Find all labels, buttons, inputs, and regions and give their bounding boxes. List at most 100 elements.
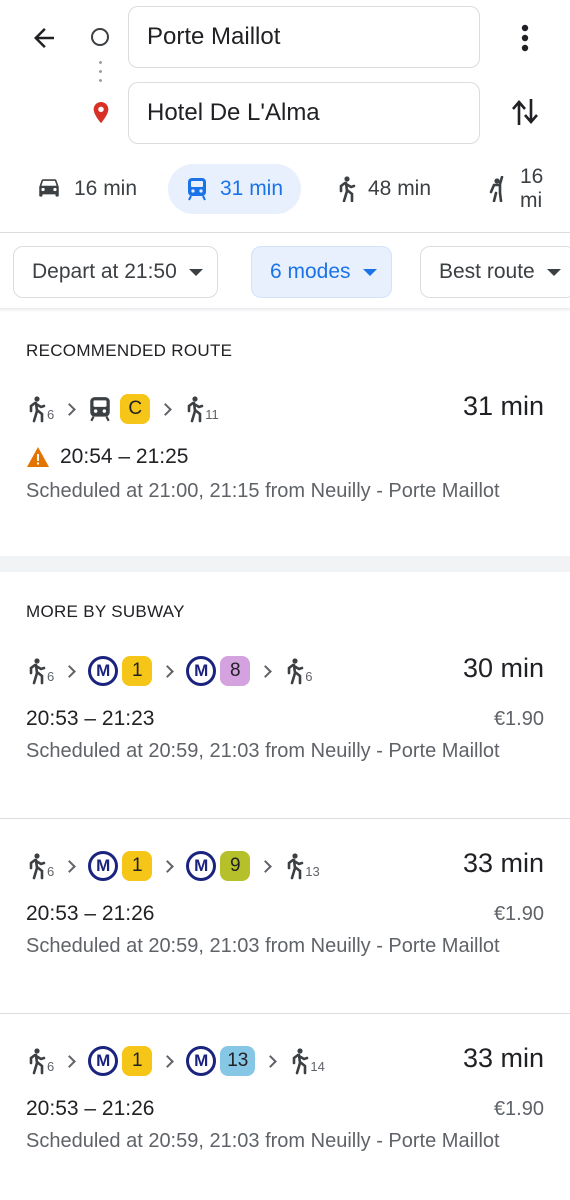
rer-line-badge: C [120,394,151,424]
route-times: 20:54 – 21:25 [26,445,188,469]
chevron-right-icon [63,402,77,416]
route-fare: €1.90 [493,708,544,730]
swap-locations-button[interactable] [507,92,543,132]
walking-icon [287,853,304,880]
walk-minutes: 6 [47,1059,55,1074]
destination-input[interactable]: Hotel De L'Alma [128,82,480,144]
tab-driving[interactable]: 16 min [36,164,137,214]
warning-icon [27,447,49,467]
walk-step: 11 [184,395,219,423]
dropdown-caret-icon [362,268,377,276]
route-divider [0,818,570,819]
route-schedule: Scheduled at 20:59, 21:03 from Neuilly -… [26,740,500,762]
recommended-route-card[interactable]: 6 C 11 31 min 20:54 – 21:25 Scheduled at… [0,389,570,539]
origin-circle-icon [91,28,109,46]
chevron-right-icon [63,1054,77,1068]
tab-driving-label: 16 min [74,177,138,200]
origin-input[interactable]: Porte Maillot [128,6,480,68]
section-separator [0,556,570,572]
filters-shadow [0,308,570,312]
route-duration: 33 min [462,1043,544,1073]
dropdown-caret-icon [546,268,561,276]
subway-route-card[interactable]: 6 M 1 M 8 6 30 min 20:53 – 21:23 €1.90 S… [0,651,570,801]
metro-line-badge: 8 [220,656,251,686]
back-button[interactable] [26,20,62,56]
walking-icon [29,853,46,880]
tab-ride-hailing-label: 16 mi [520,165,544,212]
chevron-right-icon [63,664,77,678]
subway-route-card[interactable]: 6 M 1 M 13 14 33 min 20:53 – 21:26 €1.90… [0,1041,570,1191]
route-schedule: Scheduled at 20:59, 21:03 from Neuilly -… [26,1130,500,1152]
walk-minutes: 14 [310,1059,325,1074]
route-time-range: 20:53 – 21:23 [26,707,155,730]
chevron-right-icon [161,664,175,678]
walk-minutes: 6 [305,669,313,684]
metro-icon: M [88,1046,119,1076]
route-steps: 6 C 11 [26,389,219,429]
tab-transit-label: 31 min [220,177,284,200]
metro-icon: M [186,656,217,686]
walk-step: 13 [284,852,320,880]
walk-minutes: 13 [305,864,320,879]
chevron-right-icon [161,859,175,873]
walking-icon [29,396,46,423]
walking-icon [29,658,46,685]
destination-pin-icon [93,102,109,124]
chevron-right-icon [259,859,273,873]
more-by-subway-heading: MORE BY SUBWAY [26,602,185,621]
more-options-button[interactable] [510,18,540,58]
route-divider [0,1013,570,1014]
route-duration: 30 min [462,653,544,683]
tab-ride-hailing[interactable]: 16 mi [486,164,570,214]
chevron-right-icon [63,859,77,873]
chevron-right-icon [161,1054,175,1068]
tab-walking[interactable]: 48 min [336,164,431,214]
route-steps: 6 M 1 M 9 13 [26,846,320,886]
subway-route-card[interactable]: 6 M 1 M 9 13 33 min 20:53 – 21:26 €1.90 … [0,846,570,996]
walking-icon [29,1048,46,1075]
metro-icon: M [88,656,119,686]
walk-minutes: 6 [47,407,55,422]
depart-time-chip[interactable]: Depart at 21:50 [13,246,218,298]
walk-step: 6 [284,657,312,685]
header-divider [0,232,570,233]
more-vert-icon [521,24,529,52]
metro-line-badge: 1 [122,1046,153,1076]
tab-transit[interactable]: 31 min [168,164,302,214]
metro-icon: M [88,851,119,881]
car-icon [39,179,59,197]
route-fare: €1.90 [493,903,544,925]
route-duration: 33 min [462,848,544,878]
dropdown-caret-icon [188,268,203,276]
metro-icon: M [186,1046,217,1076]
transit-icon [188,178,206,201]
route-schedule: Scheduled at 20:59, 21:03 from Neuilly -… [26,935,500,957]
recommended-route-heading: RECOMMENDED ROUTE [26,341,233,360]
route-options-label: Best route [439,260,535,283]
transit-modes-chip[interactable]: 6 modes [251,246,392,298]
walk-minutes: 6 [47,864,55,879]
train-icon [90,397,110,422]
route-fare: €1.90 [493,1098,544,1120]
transit-modes-label: 6 modes [270,260,351,283]
chevron-right-icon [264,1054,278,1068]
walk-step: 14 [289,1047,325,1075]
route-dots-icon [99,58,102,88]
walk-step: 6 [26,1047,54,1075]
metro-line-badge: 1 [122,656,153,686]
walking-icon [339,176,356,202]
back-arrow-icon [34,28,54,48]
route-time-range: 20:53 – 21:26 [26,902,155,925]
ride-hailing-icon [489,176,504,202]
route-time-range: 20:53 – 21:26 [26,1097,155,1120]
walk-step: 6 [26,852,54,880]
swap-vert-icon [512,99,538,125]
metro-icon: M [186,851,217,881]
walking-icon [187,396,204,423]
metro-line-badge: 1 [122,851,153,881]
directions-header: Porte Maillot Hotel De L'Alma 16 min 31 … [0,0,570,232]
route-options-chip[interactable]: Best route [420,246,570,298]
metro-line-badge: 13 [220,1046,256,1076]
walk-minutes: 6 [47,669,55,684]
tab-walking-label: 48 min [368,177,432,200]
